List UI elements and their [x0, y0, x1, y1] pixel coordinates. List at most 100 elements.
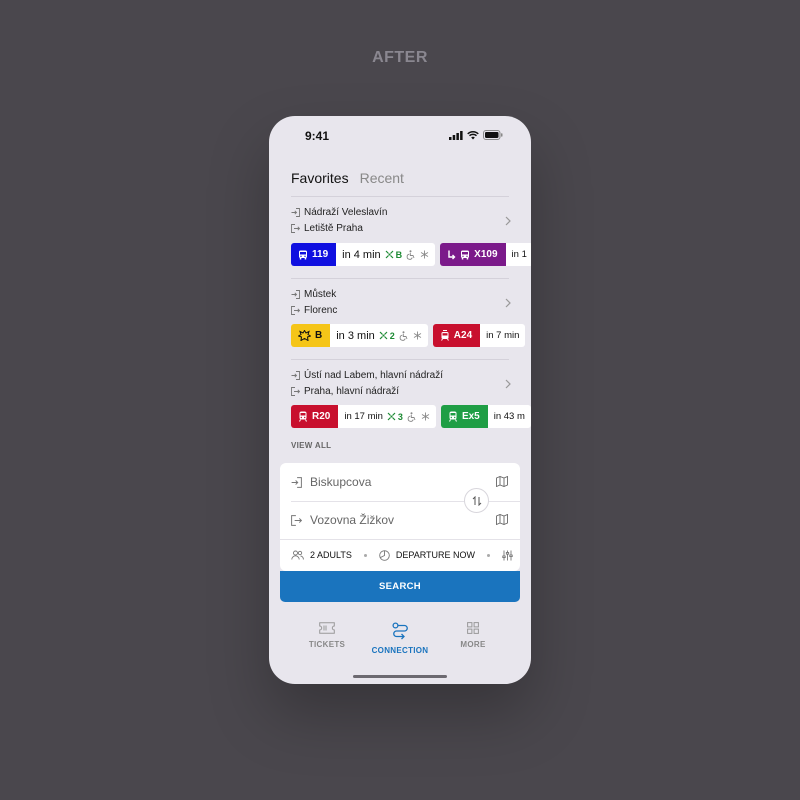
departure-chip[interactable]: R20 in 17 min 3 — [291, 405, 436, 428]
departure-icon — [291, 207, 300, 217]
departure-chip[interactable]: 119 in 4 min B — [291, 243, 436, 266]
tab-recent[interactable]: Recent — [360, 170, 404, 186]
crowd-indicator: 2 — [379, 331, 395, 341]
train-icon — [448, 411, 457, 422]
favorites-recent-tabs: Favorites Recent — [291, 170, 404, 186]
wheelchair-icon — [399, 330, 408, 341]
line-number: X109 — [474, 249, 498, 260]
chevron-right-icon — [505, 379, 511, 389]
favorite-route[interactable]: Nádraží Veleslavín Letiště Praha 119 in … — [291, 204, 531, 270]
route-to: Florenc — [291, 302, 531, 318]
eta-text: in 1 — [511, 249, 527, 260]
departure-icon — [291, 289, 300, 299]
route-from: Nádraží Veleslavín — [291, 204, 531, 220]
wheelchair-icon — [407, 411, 416, 422]
route-icon — [391, 622, 408, 640]
crowd-icon — [385, 250, 394, 259]
arrival-icon — [291, 305, 300, 315]
crowd-icon — [379, 331, 388, 340]
to-stop-name: Florenc — [304, 304, 338, 316]
crowd-value: 3 — [397, 411, 403, 422]
crowd-indicator: B — [385, 249, 403, 260]
map-icon[interactable] — [496, 476, 508, 487]
snowflake-icon — [420, 250, 429, 259]
tab-favorites[interactable]: Favorites — [291, 170, 349, 186]
favorite-route[interactable]: Ústí nad Labem, hlavní nádraží Praha, hl… — [291, 367, 531, 433]
nav-tickets[interactable]: TICKETS — [292, 622, 362, 649]
wifi-icon — [467, 130, 479, 139]
from-stop-name: Ústí nad Labem, hlavní nádraží — [304, 369, 443, 381]
phone-screen: 9:41 Favorites Recent Nádraží Veleslavín… — [269, 116, 531, 684]
line-badge: R20 — [291, 405, 339, 428]
departure-chip[interactable]: Ex5 in 43 m — [440, 405, 531, 428]
crowd-value: B — [395, 249, 403, 260]
map-icon[interactable] — [496, 514, 508, 525]
eta-info: in 43 m — [488, 405, 531, 428]
passengers-selector[interactable]: 2 ADULTS — [310, 550, 352, 560]
eta-info: in 17 min 3 — [338, 405, 436, 428]
route-to: Letiště Praha — [291, 220, 531, 236]
line-number: Ex5 — [461, 411, 480, 422]
wheelchair-icon — [406, 249, 415, 260]
separator-dot — [363, 553, 367, 557]
arrival-icon — [291, 514, 302, 526]
view-all-link[interactable]: VIEW ALL — [291, 441, 331, 450]
snowflake-icon — [421, 412, 430, 421]
line-badge: Ex5 — [440, 405, 488, 428]
to-stop-name: Letiště Praha — [304, 222, 363, 234]
departure-icon — [291, 370, 300, 380]
eta-text: in 4 min — [342, 248, 381, 261]
bus-icon — [461, 250, 470, 259]
battery-icon — [483, 130, 503, 140]
eta-text: in 17 min — [344, 411, 383, 422]
time-selector[interactable]: DEPARTURE NOW — [396, 550, 475, 560]
arrival-icon — [291, 386, 300, 396]
to-input-value: Vozovna Žižkov — [310, 513, 395, 527]
favorite-route[interactable]: Můstek Florenc B in 3 min 2 A24 in 7 min — [291, 286, 531, 352]
bus-icon — [299, 250, 307, 259]
line-number: B — [315, 330, 323, 341]
line-badge: A24 — [432, 324, 481, 347]
to-stop-name: Praha, hlavní nádraží — [304, 385, 400, 397]
swap-icon — [472, 495, 481, 506]
eta-text: in 43 m — [493, 411, 525, 422]
separator-dot — [487, 553, 491, 557]
status-bar: 9:41 — [269, 128, 531, 144]
line-badge: 119 — [291, 243, 337, 266]
eta-info: in 1 — [506, 243, 531, 266]
departure-chip[interactable]: B in 3 min 2 — [291, 324, 428, 347]
departure-icon — [291, 476, 302, 488]
nav-connection[interactable]: CONNECTION — [365, 622, 435, 655]
eta-info: in 3 min 2 — [330, 324, 428, 347]
departure-chips: R20 in 17 min 3 Ex5 in 43 m — [291, 405, 531, 428]
divider — [291, 359, 509, 360]
passengers-icon — [291, 550, 304, 560]
search-form: Biskupcova Vozovna Žižkov 2 ADULTS DEPAR… — [280, 463, 520, 571]
from-stop-name: Můstek — [304, 288, 337, 300]
grid-icon — [467, 622, 479, 634]
route-to: Praha, hlavní nádraží — [291, 383, 531, 399]
home-indicator — [353, 675, 447, 678]
tram-icon — [440, 330, 449, 341]
nav-tickets-label: TICKETS — [308, 640, 346, 649]
status-icons — [449, 130, 503, 140]
chevron-right-icon — [505, 216, 511, 226]
nav-connection-label: CONNECTION — [371, 646, 429, 655]
ticket-icon — [319, 622, 335, 634]
eta-info: in 7 min — [480, 324, 525, 347]
departure-chip[interactable]: X109 in 1 — [440, 243, 531, 266]
arrival-icon — [291, 223, 300, 233]
departure-chips: B in 3 min 2 A24 in 7 min — [291, 324, 526, 347]
swap-button[interactable] — [464, 488, 489, 513]
departure-chip[interactable]: A24 in 7 min — [432, 324, 526, 347]
status-time: 9:41 — [305, 129, 330, 143]
turn-arrow-icon — [448, 250, 456, 259]
crowd-value: 2 — [389, 330, 395, 341]
snowflake-icon — [413, 331, 422, 340]
divider — [291, 278, 509, 279]
eta-text: in 7 min — [486, 330, 520, 341]
search-button[interactable]: SEARCH — [280, 571, 520, 602]
nav-more[interactable]: MORE — [438, 622, 508, 649]
filters-icon[interactable] — [502, 550, 513, 561]
search-options: 2 ADULTS DEPARTURE NOW — [280, 539, 520, 571]
